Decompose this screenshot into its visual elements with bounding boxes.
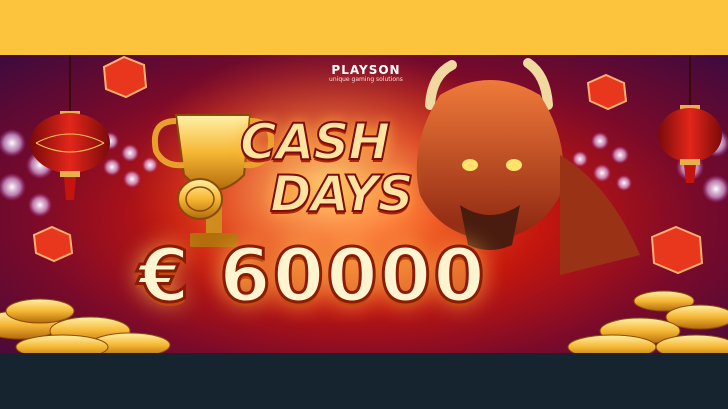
brand-logo: PLAYSON unique gaming solutions	[296, 63, 436, 83]
lantern-icon-right	[658, 55, 722, 183]
prize-amount: € 60000	[137, 232, 487, 321]
coin-pile-right	[567, 290, 728, 353]
bottom-band	[0, 353, 728, 409]
brand-tagline: unique gaming solutions	[329, 76, 403, 83]
coin-icon	[177, 178, 223, 220]
top-band	[0, 0, 728, 55]
promo-banner[interactable]: PLAYSON unique gaming solutions CASH DAY…	[0, 55, 728, 353]
promo-title-line1: CASH	[239, 112, 391, 172]
promo-title-line2: DAYS	[269, 164, 415, 224]
brand-name: PLAYSON	[331, 63, 401, 77]
